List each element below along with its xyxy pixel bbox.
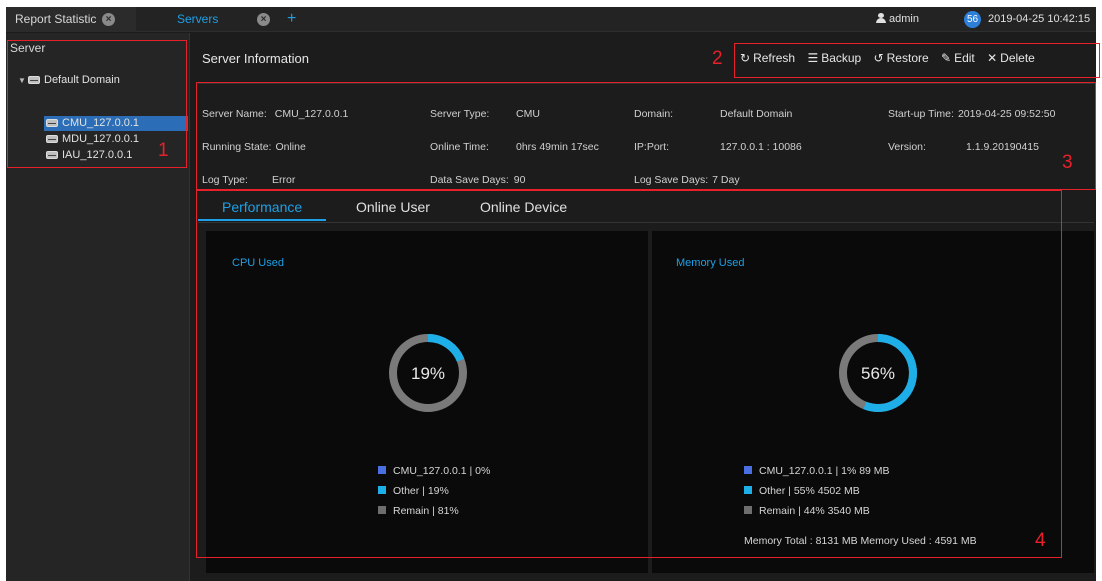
close-icon[interactable]: × xyxy=(257,13,270,26)
callout-frame-4 xyxy=(196,190,1062,558)
tab-label: Servers xyxy=(177,12,219,26)
notification-badge[interactable]: 56 xyxy=(964,11,981,28)
callout-number-4: 4 xyxy=(1035,530,1046,551)
tab-report-statistic[interactable]: Report Statistic × xyxy=(6,7,136,32)
page-title: Server Information xyxy=(202,51,309,66)
callout-frame-3 xyxy=(196,82,1096,190)
username: admin xyxy=(889,13,919,25)
callout-number-2: 2 xyxy=(712,48,723,69)
user-icon xyxy=(876,13,886,23)
tab-servers[interactable]: Servers × xyxy=(168,7,278,32)
callout-frame-2 xyxy=(734,43,1100,78)
user-menu[interactable]: admin xyxy=(876,7,919,32)
tab-label: Report Statistic xyxy=(15,12,97,26)
callout-number-3: 3 xyxy=(1062,152,1073,173)
clock: 2019-04-25 10:42:15 xyxy=(988,13,1091,25)
callout-number-1: 1 xyxy=(158,140,169,161)
close-icon[interactable]: × xyxy=(102,13,115,26)
add-tab-icon[interactable]: + xyxy=(287,7,296,31)
top-tab-bar: Report Statistic × Servers × + admin 56 … xyxy=(6,7,1096,32)
